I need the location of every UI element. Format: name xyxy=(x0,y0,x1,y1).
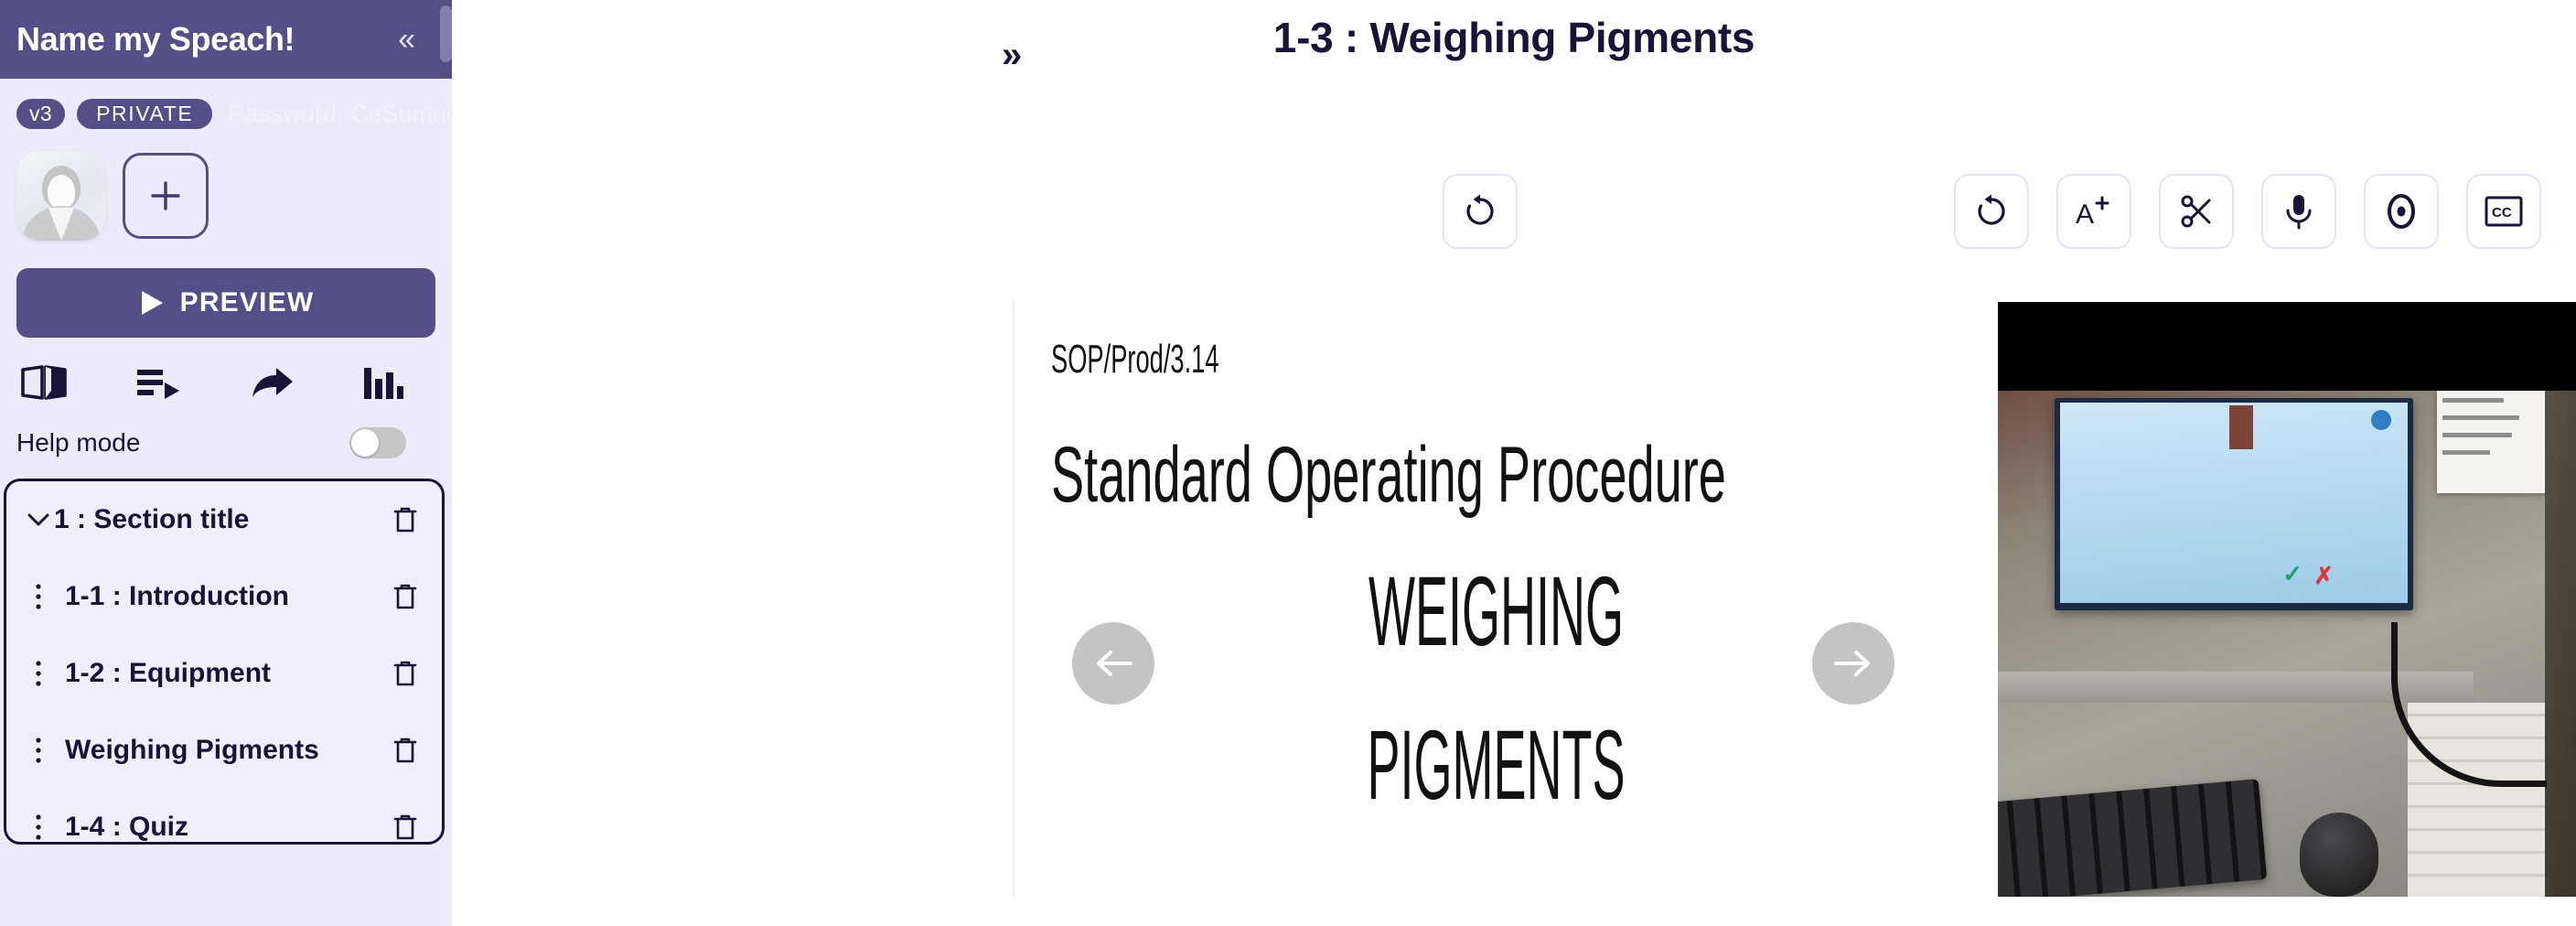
avatar-row xyxy=(0,129,452,241)
help-mode-toggle[interactable] xyxy=(349,427,406,458)
sidebar: Name my Speach! « v3 PRIVATE Password: C… xyxy=(0,0,452,926)
sidebar-item-subsection-1-2[interactable]: 1-2 : Equipment xyxy=(6,635,442,712)
sidebar-item-subsection-weighing-pigments[interactable]: Weighing Pigments xyxy=(6,712,442,789)
book-icon[interactable] xyxy=(20,363,68,404)
help-mode-row: Help mode xyxy=(0,404,452,458)
delete-section-icon[interactable] xyxy=(389,813,422,842)
delete-section-icon[interactable] xyxy=(389,736,422,765)
section-label: 1 : Section title xyxy=(54,504,250,534)
drag-handle-icon[interactable] xyxy=(23,583,54,610)
drag-handle-icon[interactable] xyxy=(23,660,54,687)
video-monitor: ✓ ✗ xyxy=(2055,398,2413,610)
main-content: » 1-3 : Weighing Pigments A CC SOP/Prod/… xyxy=(452,0,2576,926)
play-icon xyxy=(141,291,163,315)
share-icon[interactable] xyxy=(251,365,295,402)
svg-text:A: A xyxy=(2076,199,2094,230)
video-machine-panel xyxy=(2545,391,2576,897)
previous-slide-button[interactable] xyxy=(1072,622,1154,705)
cut-button[interactable] xyxy=(2159,174,2234,249)
delete-section-icon[interactable] xyxy=(389,505,422,534)
meta-badges: v3 PRIVATE Password: CeSumqlt xyxy=(0,79,452,129)
collapse-sidebar-icon[interactable]: « xyxy=(398,24,415,55)
video-scene: ✓ ✗ xyxy=(1998,391,2576,897)
toolbar-right: A CC xyxy=(1954,174,2541,249)
sidebar-item-section-1[interactable]: 1 : Section title xyxy=(6,481,442,558)
video-mouse xyxy=(2300,813,2378,897)
preview-button[interactable]: PREVIEW xyxy=(16,268,435,338)
page-title: 1-3 : Weighing Pigments xyxy=(1272,14,1755,61)
arrow-right-icon xyxy=(1834,651,1870,676)
sidebar-item-subsection-1-4[interactable]: 1-4 : Quiz xyxy=(6,789,442,842)
delete-section-icon[interactable] xyxy=(389,659,422,688)
captions-button[interactable]: CC xyxy=(2466,174,2541,249)
section-label: Weighing Pigments xyxy=(65,735,319,765)
svg-text:CC: CC xyxy=(2492,205,2512,221)
plus-icon xyxy=(151,181,180,210)
preview-button-label: PREVIEW xyxy=(179,287,315,318)
screen-cross-icon: ✗ xyxy=(2313,562,2334,589)
sidebar-scrollbar[interactable] xyxy=(440,5,452,62)
screen-dot xyxy=(2371,410,2391,430)
section-label: 1-1 : Introduction xyxy=(65,581,289,611)
app-root: Name my Speach! « v3 PRIVATE Password: C… xyxy=(0,0,2576,926)
app-title: Name my Speach! xyxy=(16,20,295,58)
refresh-icon xyxy=(1978,194,2005,225)
slide-text-block: SOP/Prod/3.14 Standard Operating Procedu… xyxy=(1014,302,1996,897)
video-paper-label xyxy=(2437,391,2547,493)
refresh-icon xyxy=(1466,194,1494,225)
video-letterbox xyxy=(1998,302,2576,391)
password-text: Password: CeSumqlt xyxy=(228,100,452,127)
slide-heading: Standard Operating Procedure xyxy=(1051,431,1726,519)
visibility-badge: PRIVATE xyxy=(77,99,213,129)
section-label: 1-2 : Equipment xyxy=(65,658,272,688)
chevron-down-icon[interactable] xyxy=(23,512,54,527)
refresh-button[interactable] xyxy=(1954,174,2029,249)
version-badge: v3 xyxy=(16,99,66,129)
microphone-icon xyxy=(2286,195,2312,230)
refresh-slide-button[interactable] xyxy=(1443,174,1518,249)
arrow-left-icon xyxy=(1097,651,1132,676)
scissors-icon xyxy=(2181,195,2211,228)
font-size-button[interactable]: A xyxy=(2056,174,2131,249)
toggle-knob xyxy=(351,429,379,457)
slide-sop-code: SOP/Prod/3.14 xyxy=(1051,337,1219,382)
section-list: 1 : Section title 1-1 : Introduction 1-2… xyxy=(4,479,445,845)
sidebar-header: Name my Speach! « xyxy=(0,0,452,79)
slide-title-line-1: WEIGHING xyxy=(1368,555,1624,666)
screen-check-icon: ✓ xyxy=(2282,560,2302,587)
video-monitor-screen: ✓ ✗ xyxy=(2060,403,2408,603)
next-slide-button[interactable] xyxy=(1812,622,1894,705)
record-button[interactable] xyxy=(2364,174,2439,249)
section-label: 1-4 : Quiz xyxy=(65,812,189,842)
cc-icon: CC xyxy=(2485,196,2523,227)
video-preview[interactable]: ✓ ✗ xyxy=(1998,302,2576,897)
help-mode-label: Help mode xyxy=(16,428,141,457)
avatar-face xyxy=(48,175,75,210)
drag-handle-icon[interactable] xyxy=(23,813,54,841)
record-icon xyxy=(2388,194,2415,229)
drag-handle-icon[interactable] xyxy=(23,737,54,764)
analytics-icon[interactable] xyxy=(362,364,404,403)
avatar[interactable] xyxy=(16,151,106,241)
sidebar-tool-icons xyxy=(0,338,452,404)
screen-bar xyxy=(2228,405,2253,449)
font-increase-icon: A xyxy=(2076,196,2109,230)
sidebar-item-subsection-1-1[interactable]: 1-1 : Introduction xyxy=(6,558,442,635)
toolbar-left xyxy=(1443,174,1518,249)
delete-section-icon[interactable] xyxy=(389,582,422,611)
playlist-icon[interactable] xyxy=(135,367,183,400)
microphone-button[interactable] xyxy=(2261,174,2336,249)
add-avatar-button[interactable] xyxy=(123,153,209,239)
slide-title-line-2: PIGMENTS xyxy=(1367,709,1626,821)
